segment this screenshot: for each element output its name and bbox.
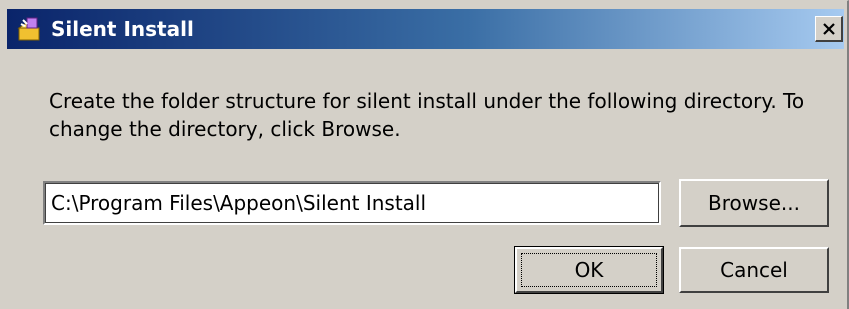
title-bar[interactable]: Silent Install — [7, 9, 844, 49]
close-button[interactable] — [815, 16, 843, 42]
directory-path-input[interactable] — [43, 181, 661, 225]
ok-button[interactable]: OK — [514, 246, 664, 294]
cancel-button-label: Cancel — [720, 258, 788, 282]
browse-button-label: Browse... — [708, 191, 800, 215]
window-title: Silent Install — [51, 17, 194, 41]
install-folder-icon — [17, 16, 43, 42]
ok-button-label: OK — [574, 258, 604, 282]
browse-button[interactable]: Browse... — [679, 179, 829, 227]
cancel-button[interactable]: Cancel — [679, 247, 829, 293]
instruction-text: Create the folder structure for silent i… — [49, 89, 805, 141]
close-icon — [823, 23, 835, 35]
silent-install-dialog: Silent Install Create the folder structu… — [0, 0, 849, 309]
